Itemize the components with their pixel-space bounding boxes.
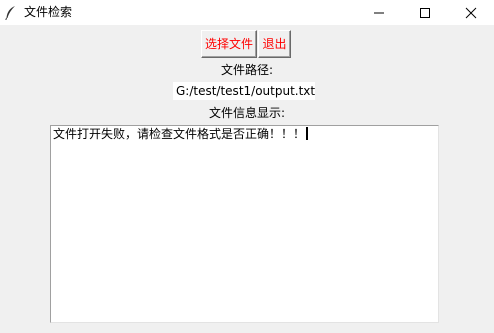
file-path-label: 文件路径: <box>220 63 274 77</box>
file-path-value: G:/test/test1/output.txt <box>176 84 316 98</box>
window-title: 文件检索 <box>24 5 73 19</box>
maximize-icon <box>420 8 430 18</box>
file-info-label: 文件信息显示: <box>208 106 286 120</box>
minimize-icon <box>374 12 384 14</box>
minimize-button[interactable] <box>356 0 402 25</box>
text-cursor <box>306 127 309 140</box>
file-info-content: 文件打开失败，请检查文件格式是否正确！！！ <box>53 127 306 141</box>
select-file-button[interactable]: 选择文件 <box>201 30 257 58</box>
close-icon <box>465 7 477 19</box>
file-path-field[interactable]: G:/test/test1/output.txt <box>172 81 316 101</box>
title-bar[interactable]: 文件检索 <box>0 0 494 25</box>
app-window: 文件检索 选择文件 退出 文件路径: G:/test/test1/output.… <box>0 0 494 333</box>
close-button[interactable] <box>448 0 494 25</box>
feather-icon <box>5 5 17 21</box>
file-info-textarea[interactable]: 文件打开失败，请检查文件格式是否正确！！！ <box>50 125 439 323</box>
maximize-button[interactable] <box>402 0 448 25</box>
exit-button[interactable]: 退出 <box>258 30 291 58</box>
